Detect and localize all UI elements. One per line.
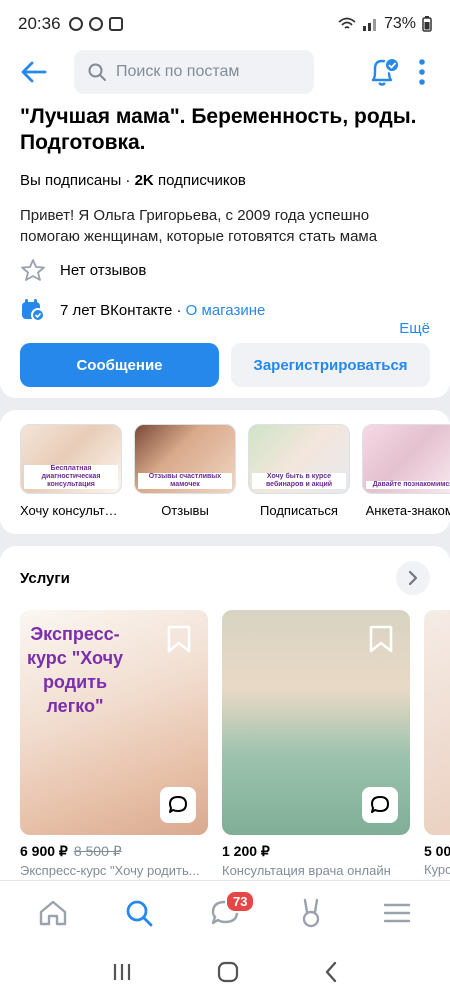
bookmark-icon[interactable] — [368, 624, 394, 654]
product-image — [222, 610, 410, 835]
product-price: 5 00 — [424, 843, 450, 859]
product-old-price: 8 500 ₽ — [73, 843, 122, 859]
tab-home[interactable] — [23, 888, 83, 938]
chevron-right-icon — [408, 570, 418, 586]
home-icon — [39, 900, 67, 925]
tab-clips[interactable] — [281, 888, 341, 938]
back-nav-icon[interactable] — [324, 961, 338, 983]
subscribers-label: подписчиков — [153, 172, 246, 189]
reviews-row[interactable]: Нет отзывов — [20, 257, 430, 283]
home-button-icon[interactable] — [217, 961, 239, 983]
search-field[interactable] — [74, 50, 314, 94]
link-thumbnail: Отзывы счастливых мамочек — [134, 424, 236, 494]
clips-icon — [302, 898, 320, 927]
vk-age-text: 7 лет ВКонтакте · — [60, 301, 186, 319]
wifi-icon — [338, 17, 356, 29]
message-button[interactable]: Сообщение — [20, 343, 219, 387]
chat-bubble-icon — [169, 796, 187, 813]
bottom-tab-bar: 73 — [0, 880, 450, 944]
read-more-link[interactable]: Ещё — [393, 320, 430, 337]
back-button[interactable] — [12, 50, 56, 94]
star-icon — [21, 259, 45, 281]
link-caption: Отзывы счастливых мамочек — [138, 473, 232, 489]
link-caption: Давайте познакомимся — [366, 481, 450, 489]
link-caption: Хочу быть в курсе вебинаров и акций — [252, 473, 346, 489]
menu-icon — [383, 903, 411, 922]
link-label: Отзывы — [161, 503, 209, 518]
notifications-button[interactable] — [362, 50, 406, 94]
bookmark-icon[interactable] — [166, 624, 192, 654]
product-name: Экспресс-курс "Хочу родить... — [20, 863, 200, 878]
product-image — [424, 610, 450, 835]
top-bar — [0, 48, 450, 96]
vk-age-row: 7 лет ВКонтакте · О магазине — [20, 297, 430, 323]
register-button[interactable]: Зарегистрироваться — [231, 343, 430, 387]
search-icon — [126, 900, 153, 926]
bell-check-icon — [371, 57, 400, 86]
tab-search[interactable] — [109, 888, 169, 938]
tab-menu[interactable] — [367, 888, 427, 938]
chat-button[interactable] — [160, 787, 196, 823]
services-card: Услуги Экспресс-курс "Хочу родить легко"… — [0, 546, 450, 880]
link-item-subscribe[interactable]: Хочу быть в курсе вебинаров и акций Подп… — [248, 424, 350, 518]
more-menu-button[interactable] — [406, 50, 438, 94]
product-image-text: Экспресс-курс "Хочу родить легко" — [26, 624, 124, 716]
arrow-left-icon — [21, 61, 47, 83]
link-thumbnail: Давайте познакомимся — [362, 424, 450, 494]
more-vertical-icon — [419, 59, 425, 85]
page-title: "Лучшая мама". Беременность, роды. Подго… — [20, 105, 417, 154]
status-time: 20:36 — [18, 14, 61, 33]
group-description: Привет! Я Ольга Григорьева, с 2009 года … — [20, 207, 378, 245]
recent-apps-icon[interactable] — [112, 962, 132, 982]
link-label: Хочу консульта... — [20, 503, 122, 518]
links-card: Бесплатная диагностическая консультация … — [0, 410, 450, 534]
product-card[interactable]: Экспресс-курс "Хочу родить легко" 6 900 … — [20, 610, 208, 878]
shop-link[interactable]: О магазине — [186, 302, 266, 319]
product-card[interactable]: 1 200 ₽ Консультация врача онлайн — [222, 610, 410, 878]
subscription-info[interactable]: Вы подписаны · 2K подписчиков — [20, 172, 430, 189]
signal-icon — [362, 19, 376, 31]
notification-icon — [108, 17, 123, 31]
link-label: Подписаться — [260, 503, 338, 518]
calendar-check-icon — [22, 299, 45, 322]
link-thumbnail: Хочу быть в курсе вебинаров и акций — [248, 424, 350, 494]
services-title: Услуги — [20, 569, 70, 587]
product-price: 1 200 ₽ — [222, 843, 270, 859]
product-name: Консультация врача онлайн — [222, 863, 391, 878]
product-name: Курс — [424, 862, 450, 877]
search-input[interactable] — [116, 63, 296, 81]
services-arrow-button[interactable] — [396, 561, 430, 595]
battery-level: 73% — [383, 15, 416, 32]
link-item-questionnaire[interactable]: Давайте познакомимся Анкета-знакомс — [362, 424, 450, 518]
chat-bubble-icon — [371, 796, 389, 813]
search-icon — [88, 63, 106, 81]
link-item-consultation[interactable]: Бесплатная диагностическая консультация … — [20, 424, 122, 518]
link-caption: Бесплатная диагностическая консультация — [24, 465, 118, 489]
battery-icon — [422, 16, 432, 32]
link-thumbnail: Бесплатная диагностическая консультация — [20, 424, 122, 494]
group-info-card: "Лучшая мама". Беременность, роды. Подго… — [0, 96, 450, 398]
chat-button[interactable] — [362, 787, 398, 823]
link-label: Анкета-знакомс — [365, 503, 450, 518]
tab-messages[interactable]: 73 — [195, 888, 256, 938]
product-card[interactable]: 5 00 Курс — [424, 610, 450, 878]
notification-icon — [68, 17, 83, 31]
system-nav-bar — [0, 944, 450, 1000]
reviews-text: Нет отзывов — [60, 261, 147, 279]
product-image: Экспресс-курс "Хочу родить легко" — [20, 610, 208, 835]
subscribed-status: Вы подписаны · — [20, 172, 135, 189]
link-item-reviews[interactable]: Отзывы счастливых мамочек Отзывы — [134, 424, 236, 518]
product-price: 6 900 ₽8 500 ₽ — [20, 843, 122, 859]
subscribers-count: 2K — [134, 172, 154, 189]
status-bar: 20:36 73% — [0, 0, 450, 48]
messages-badge: 73 — [225, 889, 256, 913]
notification-icon — [88, 17, 103, 31]
